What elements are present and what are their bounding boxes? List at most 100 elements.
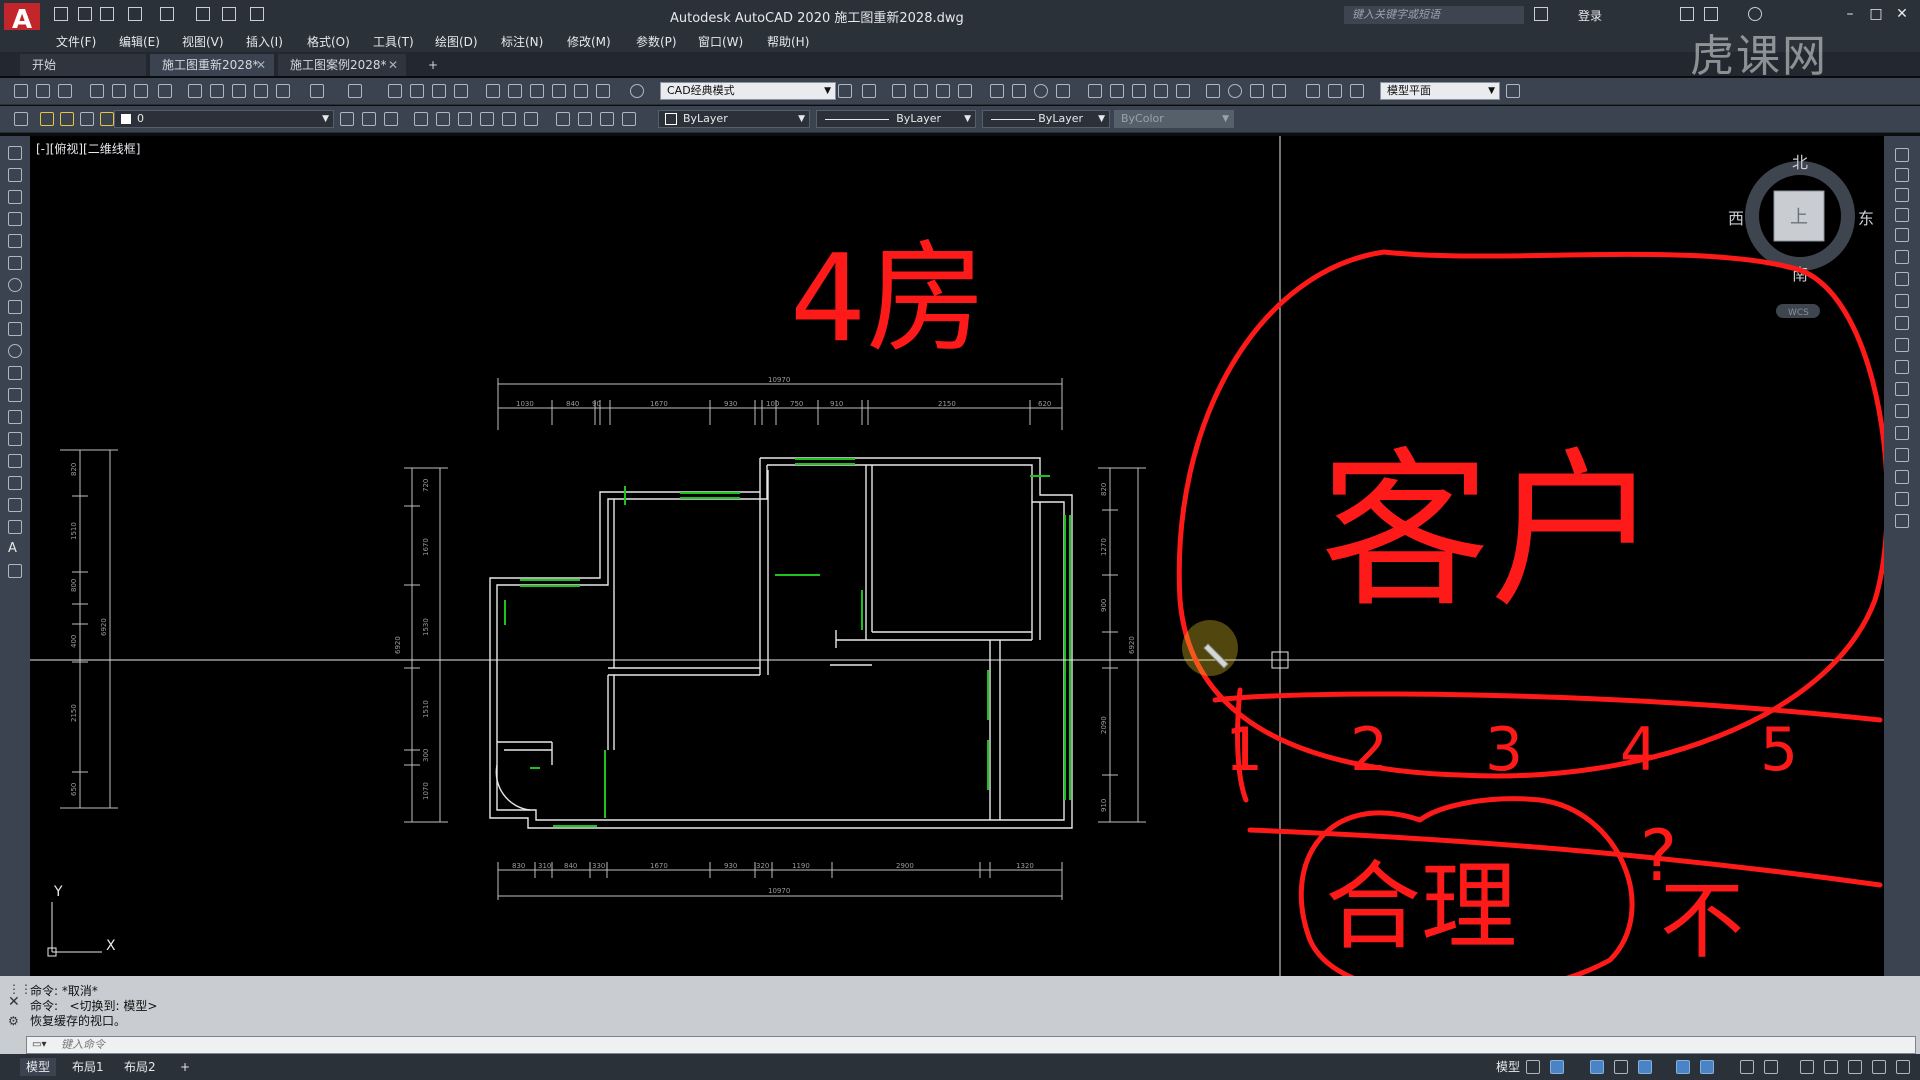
hatch-icon[interactable] xyxy=(8,454,22,468)
lock-icon[interactable] xyxy=(100,112,114,126)
compass-north[interactable]: 北 xyxy=(1792,153,1808,172)
trim-icon[interactable] xyxy=(1895,338,1909,352)
share-icon[interactable] xyxy=(250,7,264,21)
zoom-window-icon[interactable] xyxy=(432,84,446,98)
undo-icon[interactable] xyxy=(310,84,324,98)
object-track-icon[interactable] xyxy=(1700,1060,1714,1074)
viewport-freeze-icon[interactable] xyxy=(80,112,94,126)
isodraft-icon[interactable] xyxy=(1676,1060,1690,1074)
redo-icon[interactable] xyxy=(160,7,174,21)
chamfer-icon[interactable] xyxy=(1895,448,1909,462)
dim-break-icon[interactable] xyxy=(1176,84,1190,98)
dim-edit-icon[interactable] xyxy=(1306,84,1320,98)
block-editor-icon[interactable] xyxy=(276,84,290,98)
scale-icon[interactable] xyxy=(1895,294,1909,308)
model-space-button[interactable]: 模型 xyxy=(1490,1058,1526,1076)
lineweight-icon[interactable] xyxy=(1764,1060,1778,1074)
viewport-controls[interactable]: [-][俯视][二维线框] xyxy=(36,140,140,157)
search-input[interactable]: 键入关键字或短语 xyxy=(1344,6,1524,24)
move-icon[interactable] xyxy=(1895,250,1909,264)
extend-icon[interactable] xyxy=(1895,360,1909,374)
tab-start[interactable]: 开始 xyxy=(20,54,146,76)
stretch-icon[interactable] xyxy=(1895,316,1909,330)
close-icon[interactable]: ✕ xyxy=(1892,5,1912,23)
quickcalc-icon[interactable] xyxy=(596,84,610,98)
3d-print-icon[interactable] xyxy=(158,84,172,98)
publish-icon[interactable] xyxy=(134,84,148,98)
menu-window[interactable]: 窗口(W) xyxy=(698,33,743,50)
jogged-linear-icon[interactable] xyxy=(1272,84,1286,98)
inspection-icon[interactable] xyxy=(1250,84,1264,98)
menu-help[interactable]: 帮助(H) xyxy=(767,33,809,50)
viewcube[interactable]: 上 北 南 东 西 WCS xyxy=(1728,153,1874,318)
tolerance-icon[interactable] xyxy=(1206,84,1220,98)
table-icon[interactable] xyxy=(8,520,22,534)
open-icon[interactable] xyxy=(78,7,92,21)
redo-icon[interactable] xyxy=(348,84,362,98)
layer-walk-icon[interactable] xyxy=(622,112,636,126)
menu-format[interactable]: 格式(O) xyxy=(307,33,350,50)
layer-previous-icon[interactable] xyxy=(362,112,376,126)
markup-icon[interactable] xyxy=(574,84,588,98)
continue-dim-icon[interactable] xyxy=(1132,84,1146,98)
dim-text-edit-icon[interactable] xyxy=(1328,84,1342,98)
layer-unisolate-icon[interactable] xyxy=(436,112,450,126)
layer-freeze-icon[interactable] xyxy=(480,112,494,126)
mtext-icon[interactable]: A xyxy=(8,542,22,556)
tool-palettes-icon[interactable] xyxy=(530,84,544,98)
undo-icon[interactable] xyxy=(128,7,142,21)
jogged-dim-icon[interactable] xyxy=(1012,84,1026,98)
polar-icon[interactable] xyxy=(1638,1060,1652,1074)
gradient-icon[interactable] xyxy=(8,476,22,490)
new-tab-button[interactable]: + xyxy=(416,54,446,76)
cut-icon[interactable] xyxy=(188,84,202,98)
snap-icon[interactable] xyxy=(1550,1060,1564,1074)
close-icon[interactable]: ✕ xyxy=(8,994,20,1010)
print-icon[interactable] xyxy=(90,84,104,98)
preview-icon[interactable] xyxy=(112,84,126,98)
wrench-icon[interactable]: ⚙ xyxy=(8,1014,19,1028)
cart-icon[interactable] xyxy=(1680,7,1694,21)
layer-unlock-icon[interactable] xyxy=(600,112,614,126)
diameter-dim-icon[interactable] xyxy=(1034,84,1048,98)
compass-east[interactable]: 东 xyxy=(1858,209,1874,228)
layer-state-icon[interactable] xyxy=(384,112,398,126)
menu-edit[interactable]: 编辑(E) xyxy=(119,33,160,50)
zoom-previous-icon[interactable] xyxy=(454,84,468,98)
join-icon[interactable] xyxy=(1895,426,1909,440)
menu-modify[interactable]: 修改(M) xyxy=(567,33,611,50)
layer-on-icon[interactable] xyxy=(556,112,570,126)
fillet-icon[interactable] xyxy=(1895,470,1909,484)
menu-file[interactable]: 文件(F) xyxy=(56,33,96,50)
quick-dim-icon[interactable] xyxy=(1088,84,1102,98)
menu-view[interactable]: 视图(V) xyxy=(182,33,224,50)
menu-parameter[interactable]: 参数(P) xyxy=(636,33,677,50)
drawing-canvas[interactable]: 10970 1030 840 90 1670 930 100 750 910 2… xyxy=(30,136,1884,976)
break-icon[interactable] xyxy=(1895,404,1909,418)
copy-object-icon[interactable] xyxy=(1895,168,1909,182)
dim-style-icon[interactable] xyxy=(1506,84,1520,98)
blend-icon[interactable] xyxy=(1895,492,1909,506)
lightbulb-icon[interactable] xyxy=(40,112,54,126)
tab-layout2[interactable]: 布局2 xyxy=(118,1058,162,1076)
break-point-icon[interactable] xyxy=(1895,382,1909,396)
layer-match-icon[interactable] xyxy=(524,112,538,126)
menu-dimension[interactable]: 标注(N) xyxy=(501,33,543,50)
pan-icon[interactable] xyxy=(388,84,402,98)
radius-dim-icon[interactable] xyxy=(990,84,1004,98)
gear-icon[interactable] xyxy=(1800,1060,1814,1074)
color-select[interactable]: ByLayer ▼ xyxy=(658,110,810,128)
rotate-icon[interactable] xyxy=(1895,272,1909,286)
linetype-select[interactable]: ByLayer ▼ xyxy=(816,110,976,128)
tab-layout1[interactable]: 布局1 xyxy=(66,1058,110,1076)
workspace-select[interactable]: CAD经典模式 ▼ xyxy=(660,82,836,100)
help-icon[interactable] xyxy=(1748,7,1762,21)
menu-draw[interactable]: 绘图(D) xyxy=(435,33,478,50)
dim-space-icon[interactable] xyxy=(1154,84,1168,98)
minimize-icon[interactable]: – xyxy=(1840,5,1860,23)
menu-insert[interactable]: 插入(I) xyxy=(246,33,283,50)
linear-dim-icon[interactable] xyxy=(892,84,906,98)
layer-off-icon[interactable] xyxy=(458,112,472,126)
make-current-icon[interactable] xyxy=(340,112,354,126)
insert-block-icon[interactable] xyxy=(8,388,22,402)
